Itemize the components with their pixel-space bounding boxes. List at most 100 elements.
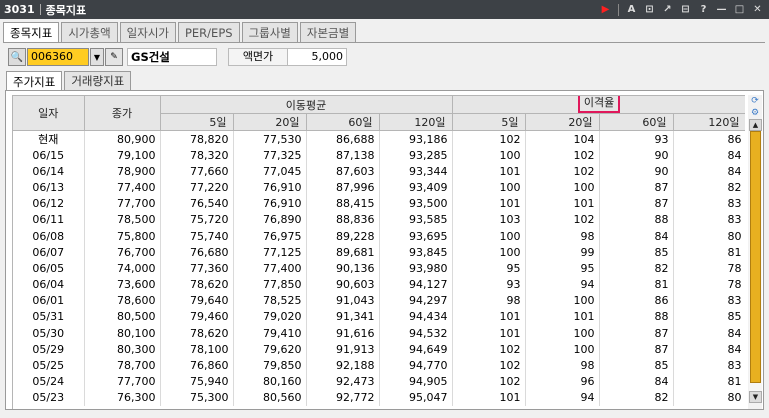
search-icon[interactable]: 🔍 — [8, 48, 26, 66]
table-row[interactable]: 06/08 75,800 75,740 76,975 89,228 93,695 100 98… — [13, 227, 745, 245]
cell-value: 91,913 — [306, 341, 380, 358]
cell-value: 93,585 — [379, 211, 453, 228]
tab-stock-indicator[interactable]: 종목지표 — [3, 22, 60, 43]
chevron-down-icon[interactable]: ▼ — [90, 48, 104, 66]
cell-value: 76,975 — [233, 227, 307, 245]
table-row[interactable]: 05/23 76,300 75,300 80,560 92,772 95,047 101 94… — [13, 389, 745, 406]
settings-icon[interactable]: ⚙ — [748, 107, 762, 119]
table-row[interactable]: 06/01 78,600 79,640 78,525 91,043 94,297 98 100… — [13, 292, 745, 309]
cell-value: 83 — [673, 195, 745, 212]
header-ma-60: 60일 — [306, 113, 380, 131]
table-row[interactable]: 06/04 73,600 78,620 77,850 90,603 94,127 93 94 8… — [13, 276, 745, 293]
cell-date: 05/25 — [13, 357, 85, 374]
table-row[interactable]: 05/31 80,500 79,460 79,020 91,341 94,434 101 10… — [13, 308, 745, 326]
table-row[interactable]: 06/14 78,900 77,660 77,045 87,603 93,344 101 10… — [13, 163, 745, 180]
cell-value: 95 — [525, 260, 600, 277]
close-icon[interactable]: ✕ — [750, 2, 765, 17]
cell-value: 102 — [525, 163, 600, 180]
edit-icon[interactable]: ✎ — [105, 48, 123, 66]
cell-value: 75,940 — [160, 373, 234, 390]
cell-value: 79,020 — [233, 308, 307, 326]
cell-value: 101 — [452, 163, 526, 180]
tab-price-indicator[interactable]: 주가지표 — [6, 71, 63, 91]
cell-value: 75,800 — [84, 227, 161, 245]
table-row[interactable]: 06/12 77,700 76,540 76,910 88,415 93,500 101 10… — [13, 195, 745, 212]
stock-code-input[interactable]: 006360 — [27, 48, 89, 66]
cell-value: 77,700 — [84, 373, 161, 390]
cell-value: 100 — [452, 227, 526, 245]
cell-value: 82 — [599, 389, 674, 406]
cell-value: 87,138 — [306, 147, 380, 164]
cell-value: 78,620 — [160, 276, 234, 293]
cell-value: 76,860 — [160, 357, 234, 374]
title-separator — [39, 4, 41, 15]
cell-value: 84 — [673, 147, 745, 164]
cell-value: 82 — [599, 260, 674, 277]
scroll-up-icon[interactable]: ▲ — [749, 119, 762, 131]
pin-icon[interactable]: ↗ — [660, 2, 675, 17]
cell-date: 06/14 — [13, 163, 85, 180]
cell-value: 85 — [599, 244, 674, 261]
cell-value: 93 — [599, 130, 674, 147]
cell-value: 76,680 — [160, 244, 234, 261]
play-icon[interactable]: ▶ — [598, 2, 613, 17]
cell-value: 78,700 — [84, 357, 161, 374]
cell-date: 06/13 — [13, 179, 85, 196]
tab-daily-price[interactable]: 일자시가 — [119, 22, 176, 42]
table-row[interactable]: 06/05 74,000 77,360 77,400 90,136 93,980 95 95 8… — [13, 260, 745, 277]
tab-market-cap[interactable]: 시가총액 — [61, 22, 118, 42]
cell-value: 87,996 — [306, 179, 380, 196]
cell-value: 93 — [452, 276, 526, 293]
cell-value: 102 — [452, 357, 526, 374]
cell-value: 78,500 — [84, 211, 161, 228]
cell-value: 80,900 — [84, 130, 161, 147]
tab-per-eps[interactable]: PER/EPS — [177, 22, 240, 42]
cell-value: 104 — [525, 130, 600, 147]
table-row[interactable]: 05/29 80,300 78,100 79,620 91,913 94,649 102 10… — [13, 341, 745, 358]
vertical-scrollbar[interactable]: ⟳ ⚙ ▲ ▼ — [748, 95, 762, 409]
scroll-track[interactable] — [749, 131, 762, 391]
table-row[interactable]: 현재 80,900 78,820 77,530 86,688 93,186 102 104 93… — [13, 130, 745, 147]
scroll-down-icon[interactable]: ▼ — [749, 391, 762, 403]
scroll-thumb[interactable] — [750, 131, 761, 383]
cell-value: 102 — [452, 341, 526, 358]
new-window-icon[interactable]: ⊡ — [642, 2, 657, 17]
cell-value: 94,905 — [379, 373, 453, 390]
header-deviation: 이격율 — [577, 96, 621, 113]
cell-value: 94,127 — [379, 276, 453, 293]
tab-volume-indicator[interactable]: 거래량지표 — [64, 71, 132, 90]
cell-value: 92,188 — [306, 357, 380, 374]
table-row[interactable]: 06/15 79,100 78,320 77,325 87,138 93,285 100 10… — [13, 147, 745, 164]
cell-value: 80,160 — [233, 373, 307, 390]
search-row: 🔍 006360 ▼ ✎ GS건설 액면가 5,000 — [4, 47, 764, 67]
cell-date: 06/12 — [13, 195, 85, 212]
cell-value: 87 — [599, 341, 674, 358]
cell-value: 74,000 — [84, 260, 161, 277]
table-row[interactable]: 06/13 77,400 77,220 76,910 87,996 93,409 100 10… — [13, 179, 745, 196]
restore-icon[interactable]: ⊟ — [678, 2, 693, 17]
cell-value: 102 — [452, 373, 526, 390]
cell-value: 95,047 — [379, 389, 453, 406]
tab-capital[interactable]: 자본금별 — [299, 22, 357, 42]
cell-value: 102 — [525, 147, 600, 164]
header-dev-5: 5일 — [452, 113, 526, 131]
table-row[interactable]: 05/24 77,700 75,940 80,160 92,473 94,905 102 96… — [13, 373, 745, 390]
maximize-icon[interactable]: □ — [732, 2, 747, 17]
font-icon[interactable]: A — [624, 2, 639, 17]
refresh-icon[interactable]: ⟳ — [748, 95, 762, 107]
face-value: 5,000 — [287, 48, 347, 66]
help-icon[interactable]: ? — [696, 2, 711, 17]
cell-value: 89,228 — [306, 227, 380, 245]
table-row[interactable]: 05/25 78,700 76,860 79,850 92,188 94,770 102 98… — [13, 357, 745, 374]
table-row[interactable]: 05/30 80,100 78,620 79,410 91,616 94,532 101 10… — [13, 325, 745, 342]
table-row[interactable]: 06/11 78,500 75,720 76,890 88,836 93,585 103 10… — [13, 211, 745, 228]
tab-group[interactable]: 그룹사별 — [241, 22, 298, 42]
cell-value: 79,410 — [233, 325, 307, 342]
minimize-icon[interactable]: — — [714, 2, 729, 17]
data-panel: 일자 종가 이동평균 이격율 5일 20일 60일 120일 5일 20일 60… — [5, 90, 764, 410]
header-dev-20: 20일 — [525, 113, 600, 131]
cell-value: 90 — [599, 163, 674, 180]
cell-value: 76,540 — [160, 195, 234, 212]
cell-value: 82 — [673, 179, 745, 196]
table-row[interactable]: 06/07 76,700 76,680 77,125 89,681 93,845 100 99… — [13, 244, 745, 261]
